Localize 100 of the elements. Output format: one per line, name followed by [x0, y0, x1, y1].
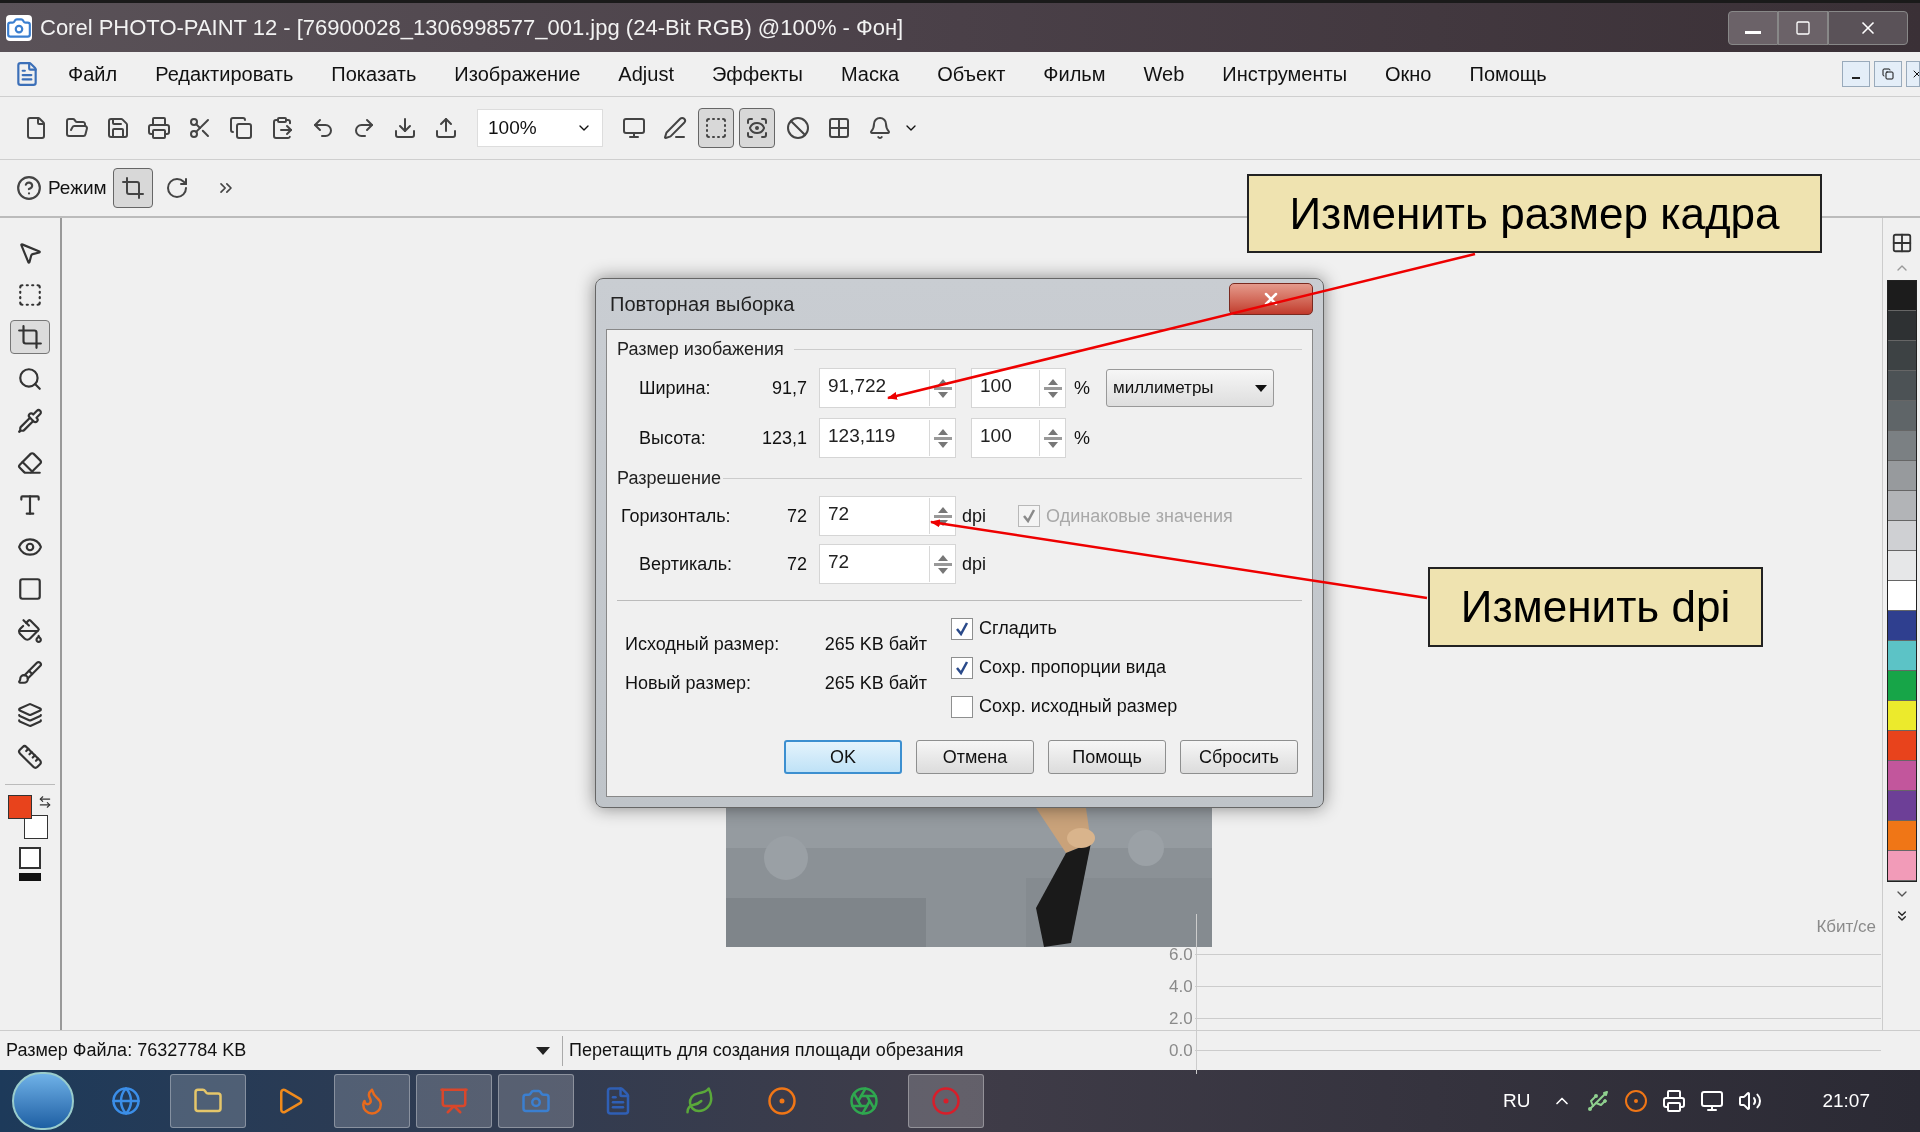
printer-icon — [1662, 1089, 1687, 1113]
language-indicator[interactable]: RU — [1503, 1086, 1531, 1116]
color-swatch[interactable] — [1887, 491, 1916, 521]
original-value: 72 — [786, 504, 807, 528]
dialog-button[interactable]: Сбросить — [1180, 740, 1298, 774]
new-file-icon — [24, 116, 48, 140]
close-button[interactable] — [1906, 61, 1920, 87]
number-field[interactable]: 100 — [971, 368, 1066, 408]
graph-tick: 0.0 — [1169, 1040, 1194, 1062]
rotate-icon — [164, 176, 189, 200]
unit-dropdown[interactable]: миллиметры — [1106, 369, 1274, 407]
menu-item[interactable]: Инструменты — [1222, 59, 1347, 89]
color-swatch[interactable] — [1887, 521, 1916, 551]
crop-tool[interactable] — [10, 320, 50, 354]
number-field[interactable]: 123,119 — [819, 418, 956, 458]
eye-button[interactable] — [739, 108, 775, 148]
color-swatch[interactable] — [1887, 401, 1916, 431]
menu-item[interactable]: Маска — [840, 59, 900, 89]
paint-bucket-icon — [17, 618, 43, 644]
pen-icon — [663, 116, 687, 140]
color-swatches[interactable] — [8, 795, 52, 839]
window-title: Corel PHOTO-PAINT 12 - [76900028_1306998577_001.jpg (24-Bit RGB) @100% - Фон] — [40, 14, 904, 42]
color-swatch[interactable] — [1887, 461, 1916, 491]
color-swatch[interactable] — [1887, 551, 1916, 581]
dialog-button[interactable]: Помощь — [1048, 740, 1166, 774]
export-icon — [434, 116, 458, 140]
marquee-button[interactable] — [698, 108, 734, 148]
checkbox-label: Сгладить — [979, 617, 1057, 640]
mask-icon[interactable] — [17, 847, 43, 881]
graph-tick: 6.0 — [1169, 944, 1194, 966]
color-swatch[interactable] — [1887, 281, 1916, 311]
spin-button[interactable] — [929, 546, 955, 582]
close-button[interactable] — [1828, 10, 1908, 45]
menu-item[interactable]: Adjust — [618, 59, 674, 89]
volume-icon — [1738, 1089, 1763, 1113]
minimize-button[interactable] — [1842, 61, 1870, 87]
menu-item[interactable]: Показать — [331, 59, 417, 89]
file-size-text: Размер Файла: 76327784 KB — [6, 1039, 248, 1062]
color-swatch[interactable] — [1887, 851, 1916, 881]
crop-button[interactable] — [112, 168, 153, 208]
start-button[interactable] — [12, 1072, 74, 1130]
ban-icon — [786, 116, 810, 140]
menu-item[interactable]: Web — [1143, 59, 1185, 89]
spin-button[interactable] — [1039, 420, 1065, 456]
field-label: Горизонталь: — [621, 504, 731, 528]
color-swatch[interactable] — [1887, 821, 1916, 851]
menu-item[interactable]: Окно — [1385, 59, 1432, 89]
pointer-icon — [17, 240, 43, 266]
dialog-button[interactable]: OK — [784, 740, 902, 774]
spin-button[interactable] — [1039, 370, 1065, 406]
spin-button[interactable] — [929, 370, 955, 406]
color-swatch[interactable] — [1887, 761, 1916, 791]
ring-icon — [1624, 1089, 1649, 1113]
menu-item[interactable]: Редактировать — [155, 59, 294, 89]
grid-icon — [827, 116, 851, 140]
number-field[interactable]: 72 — [819, 544, 956, 584]
checkbox[interactable] — [951, 656, 973, 679]
color-swatch[interactable] — [1887, 731, 1916, 761]
rectangle-icon — [17, 576, 43, 602]
field-label: Высота: — [639, 426, 706, 450]
color-swatch[interactable] — [1887, 371, 1916, 401]
check-icon — [955, 660, 969, 675]
dialog-button[interactable]: Отмена — [916, 740, 1034, 774]
maximize-button[interactable] — [1778, 10, 1828, 45]
checkbox[interactable] — [951, 617, 973, 640]
open-folder-icon — [65, 116, 89, 140]
zoom-combo[interactable]: 100% — [477, 109, 603, 147]
info-value: 265 KB байт — [824, 672, 927, 695]
info-value: 265 KB байт — [824, 633, 927, 656]
number-field[interactable]: 91,722 — [819, 368, 956, 408]
spin-button[interactable] — [929, 498, 955, 534]
number-field[interactable]: 72 — [819, 496, 956, 536]
crop-icon — [120, 176, 145, 200]
field-label: Вертикаль: — [639, 552, 733, 576]
color-swatch[interactable] — [1887, 671, 1916, 701]
document-icon — [14, 61, 40, 87]
menu-item[interactable]: Объект — [937, 59, 1006, 89]
color-swatch[interactable] — [1887, 581, 1916, 611]
color-swatch[interactable] — [1887, 431, 1916, 461]
color-swatch[interactable] — [1887, 611, 1916, 641]
menu-item[interactable]: Помощь — [1469, 59, 1547, 89]
color-swatch[interactable] — [1887, 641, 1916, 671]
color-swatch[interactable] — [1887, 701, 1916, 731]
color-swatch[interactable] — [1887, 791, 1916, 821]
number-field[interactable]: 100 — [971, 418, 1066, 458]
minimize-button[interactable] — [1728, 10, 1778, 45]
close-button[interactable] — [1229, 283, 1313, 315]
spin-button[interactable] — [929, 420, 955, 456]
menu-item[interactable]: Изображение — [454, 59, 581, 89]
menu-item[interactable]: Файл — [68, 59, 118, 89]
caret-icon — [1255, 384, 1267, 392]
folder-task-button[interactable] — [170, 1074, 246, 1128]
ruler-icon — [17, 744, 43, 770]
menu-item[interactable]: Фильм — [1043, 59, 1106, 89]
graph-tick: 2.0 — [1169, 1008, 1194, 1030]
undo-icon — [311, 116, 335, 140]
color-swatch[interactable] — [1887, 311, 1916, 341]
menu-item[interactable]: Эффекты — [711, 59, 803, 89]
color-swatch[interactable] — [1887, 341, 1916, 371]
checkbox[interactable] — [951, 695, 973, 718]
